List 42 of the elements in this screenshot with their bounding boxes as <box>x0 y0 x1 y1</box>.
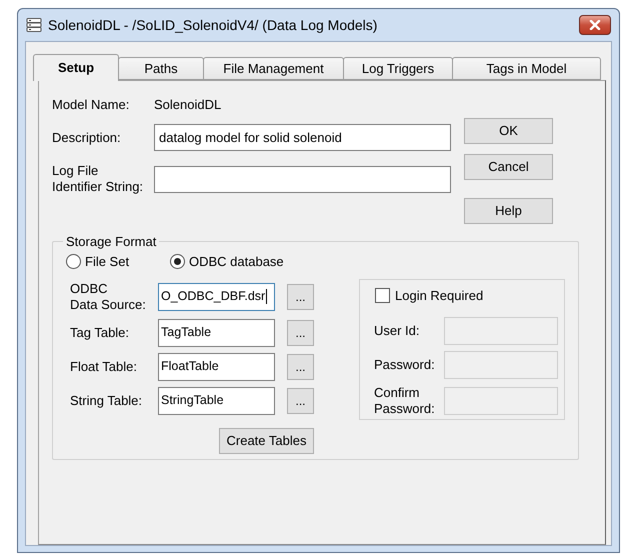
text-field[interactable]: datalog model for solid solenoid <box>154 124 451 151</box>
radio-label: File Set <box>85 252 130 271</box>
field-label: User Id: <box>374 322 421 338</box>
checkbox-label: Login Required <box>395 286 484 305</box>
tab[interactable]: Log Triggers <box>343 57 453 80</box>
field-label: Description: <box>52 130 122 146</box>
text-field[interactable]: FloatTable <box>158 352 275 380</box>
text-field[interactable] <box>154 166 451 192</box>
tab[interactable]: File Management <box>203 57 344 80</box>
field-label: Password: <box>374 356 436 372</box>
text-field[interactable]: O_ODBC_DBF.dsr <box>158 282 275 310</box>
close-button[interactable] <box>579 15 611 35</box>
text-field[interactable]: StringTable <box>158 386 275 414</box>
radio-label: ODBC database <box>189 252 284 271</box>
browse-button[interactable]: ... <box>287 284 314 310</box>
radio-button[interactable] <box>66 254 81 269</box>
dialog-button[interactable]: Help <box>464 198 553 224</box>
field-label: Float Table: <box>70 358 138 374</box>
create-tables-button[interactable]: Create Tables <box>219 428 314 454</box>
dialog-button[interactable]: OK <box>464 118 553 144</box>
browse-button[interactable]: ... <box>287 354 314 380</box>
field-label: Model Name: <box>52 96 130 114</box>
radio-button[interactable] <box>170 254 185 269</box>
tab[interactable]: Setup <box>33 54 119 81</box>
checkbox[interactable] <box>375 288 390 303</box>
model-name-value: SolenoidDL <box>154 96 222 114</box>
text-cursor <box>266 289 268 304</box>
browse-button[interactable]: ... <box>287 320 314 346</box>
field-label: String Table: <box>70 392 144 408</box>
text-field[interactable]: TagTable <box>158 318 275 346</box>
tab[interactable]: Tags in Model <box>452 57 601 80</box>
tab[interactable]: Paths <box>118 57 204 80</box>
database-icon <box>26 17 42 33</box>
group-title: Storage Format <box>65 233 158 251</box>
close-icon <box>589 20 601 30</box>
field-label: Log File Identifier String: <box>52 163 144 195</box>
window-title: SolenoidDL - /SoLID_SolenoidV4/ (Data Log Models) <box>48 16 378 35</box>
browse-button[interactable]: ... <box>287 388 314 414</box>
dialog-button[interactable]: Cancel <box>464 154 553 180</box>
field-label: ODBC Data Source: <box>70 280 147 312</box>
field-label: Tag Table: <box>70 324 130 340</box>
field-label: Confirm Password: <box>374 384 436 416</box>
